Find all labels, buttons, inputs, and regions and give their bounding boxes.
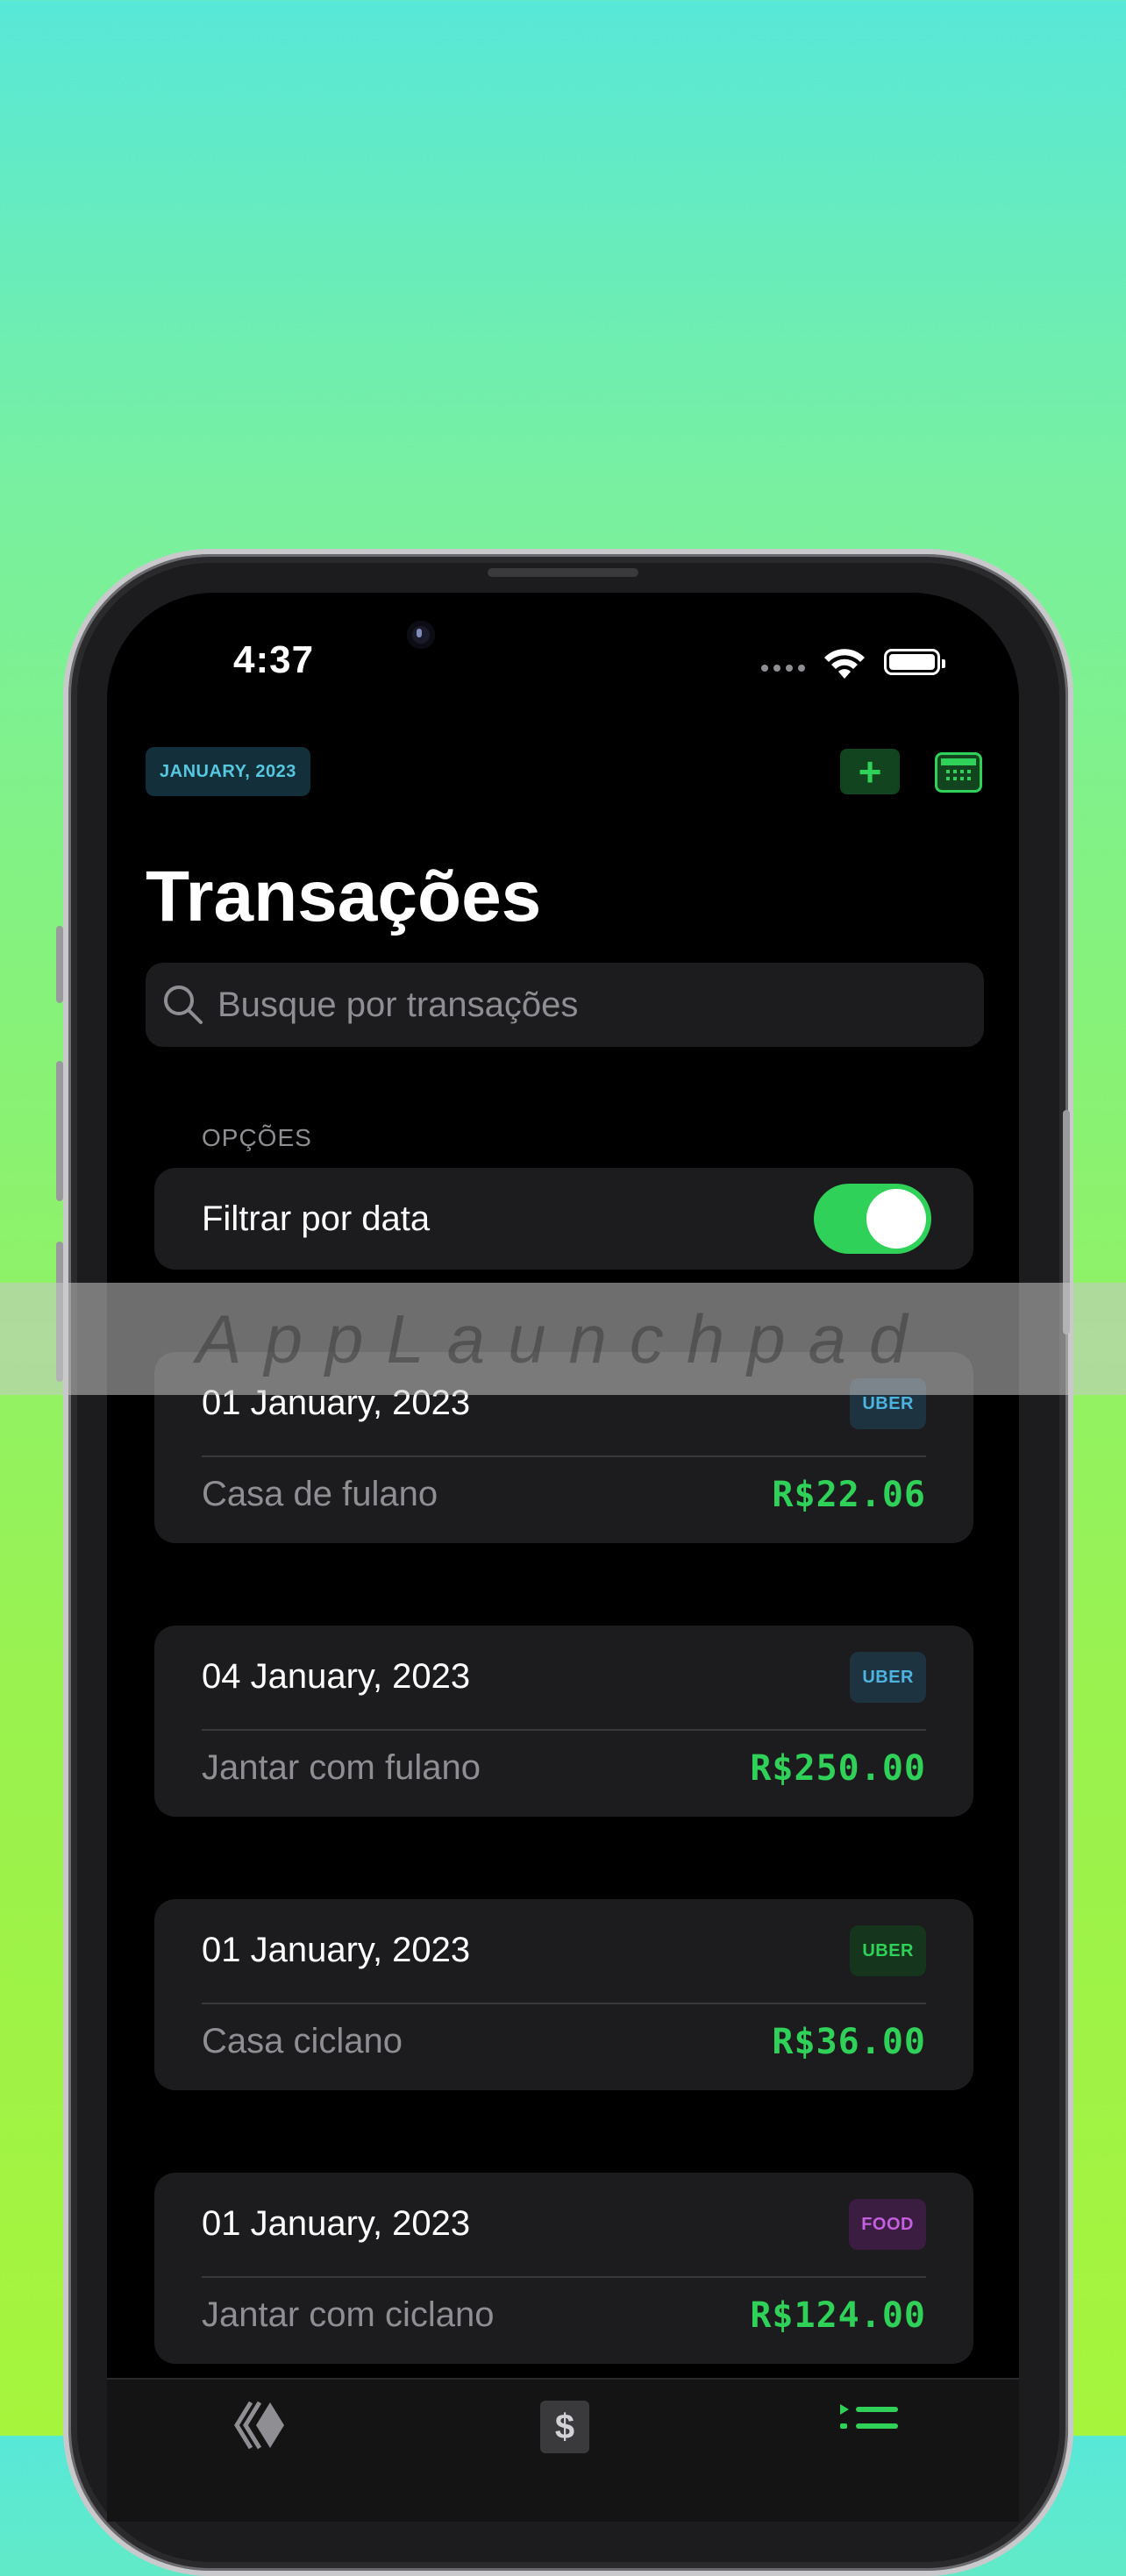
transaction-date: 01 January, 2023 (202, 1931, 471, 1969)
layers-icon[interactable] (224, 2397, 295, 2450)
toggle-knob (866, 1189, 926, 1249)
silent-switch (56, 926, 63, 1003)
transaction-card[interactable]: 01 January, 2023 UBER Casa ciclano R$36.… (154, 1899, 973, 2090)
volume-up-button (56, 1061, 63, 1201)
dollar-icon[interactable]: $ (540, 2401, 589, 2453)
watermark-banner: AppLaunchpad (0, 1283, 1126, 1395)
status-time: 4:37 (233, 638, 315, 681)
category-tag: UBER (850, 1925, 926, 1976)
calendar-button[interactable] (935, 752, 982, 793)
transaction-card[interactable]: 01 January, 2023 FOOD Jantar com ciclano… (154, 2173, 973, 2364)
signal-dots-icon (761, 665, 805, 672)
filter-by-date-row: Filtrar por data (154, 1168, 973, 1270)
transaction-amount: R$36.00 (772, 2022, 926, 2062)
category-tag: UBER (850, 1652, 926, 1703)
page-title: Transações (146, 857, 542, 936)
tab-bar: $ (107, 2378, 1019, 2522)
list-icon[interactable] (835, 2397, 905, 2450)
card-divider (202, 1455, 926, 1457)
phone-screen: 4:37 JANUARY, 2023 + Transações OPÇÕES F… (107, 593, 1019, 2522)
transaction-amount: R$124.00 (750, 2295, 926, 2336)
filter-by-date-label: Filtrar por data (202, 1199, 431, 1238)
calendar-icon (941, 758, 976, 780)
earpiece-speaker (488, 568, 638, 577)
card-divider (202, 1729, 926, 1731)
search-icon (164, 986, 203, 1024)
transaction-date: 01 January, 2023 (202, 2204, 471, 2243)
transaction-date: 04 January, 2023 (202, 1657, 471, 1696)
category-tag: FOOD (849, 2199, 926, 2250)
battery-icon (884, 649, 945, 675)
search-bar[interactable] (146, 963, 984, 1047)
filter-by-date-toggle[interactable] (814, 1184, 931, 1254)
transaction-amount: R$22.06 (772, 1475, 926, 1515)
card-divider (202, 2276, 926, 2278)
plus-icon: + (858, 749, 882, 794)
add-transaction-button[interactable]: + (840, 749, 900, 794)
card-divider (202, 2003, 926, 2004)
transaction-amount: R$250.00 (750, 1748, 926, 1789)
transaction-description: Jantar com ciclano (202, 2295, 495, 2334)
camera-icon (407, 621, 435, 649)
transaction-description: Jantar com fulano (202, 1748, 481, 1787)
search-input[interactable] (216, 984, 921, 1026)
month-badge[interactable]: JANUARY, 2023 (146, 747, 310, 796)
transaction-card[interactable]: 04 January, 2023 UBER Jantar com fulano … (154, 1626, 973, 1817)
options-section-title: OPÇÕES (202, 1124, 312, 1151)
transaction-description: Casa de fulano (202, 1475, 438, 1513)
wifi-icon (824, 649, 865, 679)
transaction-description: Casa ciclano (202, 2022, 403, 2060)
